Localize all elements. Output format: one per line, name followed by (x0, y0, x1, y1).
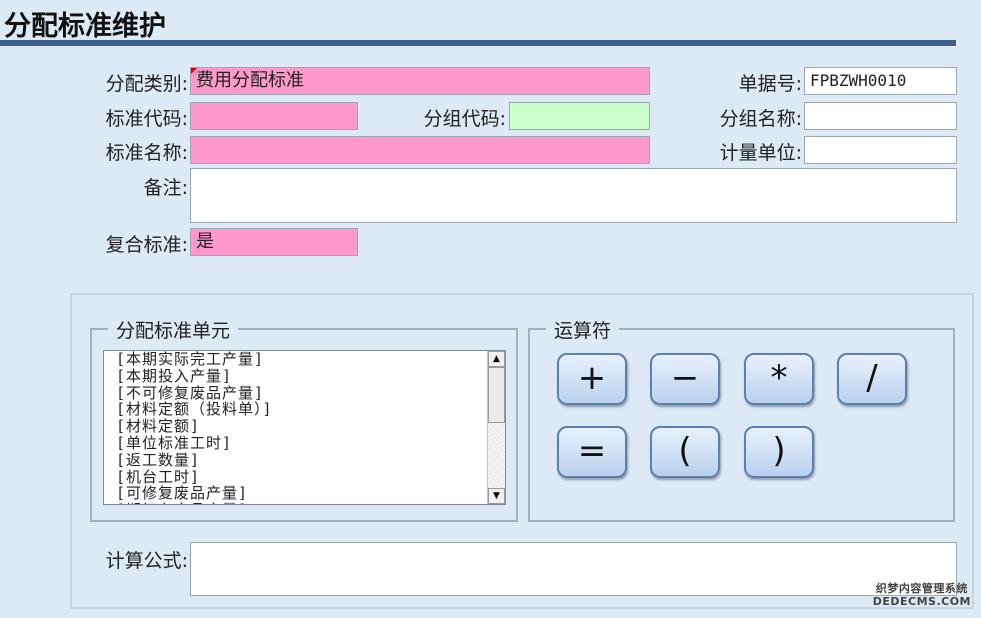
list-item[interactable]: [不可修复废品产量] (116, 384, 485, 402)
std-code-field[interactable] (190, 102, 358, 130)
page-title: 分配标准维护 (4, 11, 166, 42)
scroll-down-icon[interactable]: ▼ (488, 488, 505, 504)
units-scrollbar[interactable]: ▲ ▼ (487, 351, 505, 504)
list-item[interactable]: [可修复废品产量] (116, 485, 485, 502)
list-item[interactable]: [返工数量] (116, 451, 485, 469)
list-item[interactable]: [单位标准工时] (116, 435, 485, 452)
title-underline (0, 40, 956, 46)
std-name-field[interactable] (190, 136, 650, 164)
divide-button[interactable]: / (837, 353, 907, 405)
group-code-label: 分组代码: (423, 108, 506, 130)
composite-field[interactable]: 是 (190, 228, 358, 256)
list-item[interactable]: [本期实际完工产量] (116, 351, 485, 368)
right-paren-button[interactable]: ) (744, 426, 814, 478)
multiply-button[interactable]: * (744, 353, 814, 405)
left-paren-button[interactable]: ( (650, 426, 720, 478)
unit-field[interactable] (804, 136, 957, 164)
list-item[interactable]: [机台工时] (116, 468, 485, 486)
scroll-up-icon[interactable]: ▲ (488, 351, 505, 367)
doc-no-label: 单据号: (738, 73, 802, 95)
scroll-thumb[interactable] (488, 367, 505, 423)
list-item[interactable]: [期初在产品产量] (116, 502, 485, 504)
operators-group-title: 运算符 (546, 316, 620, 343)
watermark-line2: DEDECMS.COM (872, 595, 971, 608)
minus-button[interactable]: − (650, 353, 720, 405)
category-value: 费用分配标准 (196, 70, 304, 91)
category-field[interactable]: 费用分配标准 (190, 67, 650, 95)
category-label: 分配类别: (105, 73, 188, 95)
units-group-title: 分配标准单元 (108, 316, 239, 343)
units-listbox[interactable]: [本期实际完工产量] [本期投入产量] [不可修复废品产量] [材料定额（投料单）][… (103, 350, 506, 505)
doc-no-field[interactable]: FPBZWH0010 (804, 67, 957, 95)
watermark-line1: 织梦内容管理系统 (875, 582, 968, 595)
formula-label: 计算公式: (105, 550, 188, 572)
required-marker-icon (191, 68, 197, 74)
remark-field[interactable] (190, 168, 957, 223)
formula-field[interactable] (190, 542, 957, 596)
units-list: [本期实际完工产量] [本期投入产量] [不可修复废品产量] [材料定额（投料单）][… (116, 351, 485, 504)
group-name-label: 分组名称: (719, 108, 802, 130)
composite-value: 是 (196, 231, 214, 252)
std-name-label: 标准名称: (105, 142, 188, 164)
group-code-field[interactable] (509, 102, 650, 130)
unit-label: 计量单位: (719, 142, 802, 164)
list-item[interactable]: [材料定额（投料单）] (116, 401, 485, 418)
doc-no-value: FPBZWH0010 (810, 71, 907, 90)
list-item[interactable]: [材料定额] (116, 418, 485, 435)
remark-label: 备注: (143, 177, 188, 199)
composite-label: 复合标准: (105, 234, 188, 256)
list-item[interactable]: [本期投入产量] (116, 367, 485, 385)
std-code-label: 标准代码: (105, 108, 188, 130)
group-name-field[interactable] (804, 102, 957, 130)
watermark: 织梦内容管理系统 DEDECMS.COM (873, 582, 971, 608)
plus-button[interactable]: + (557, 353, 627, 405)
equals-button[interactable]: = (557, 426, 627, 478)
